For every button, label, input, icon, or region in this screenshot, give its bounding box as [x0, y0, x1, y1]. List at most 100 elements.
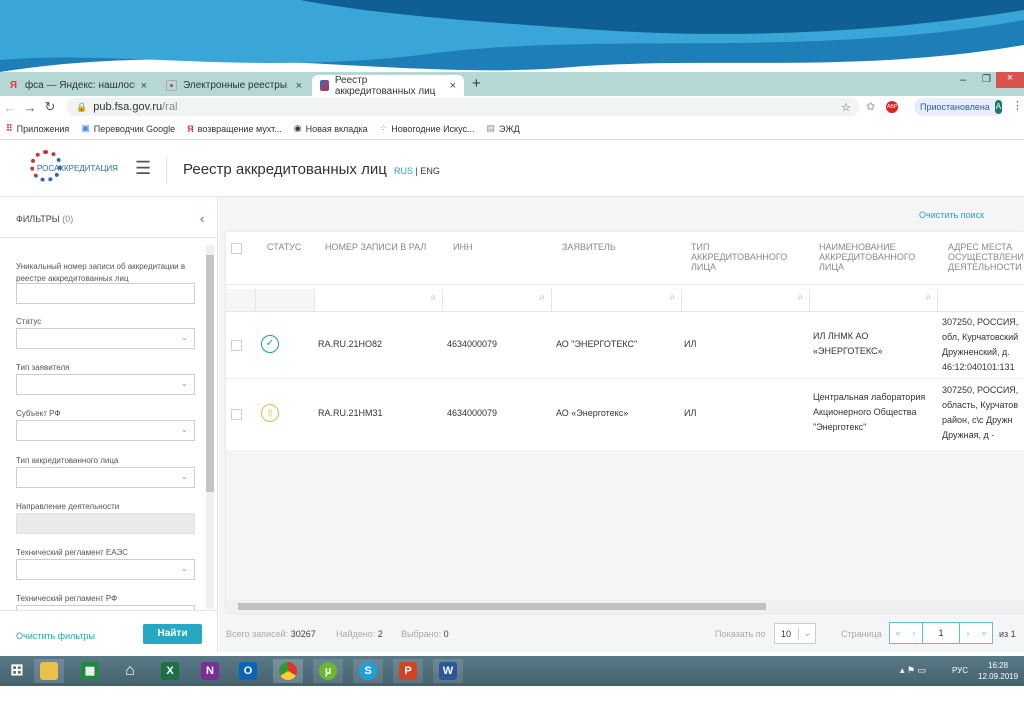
inn: 4634000079 [447, 339, 498, 349]
accredited-name: Центральная лаборатория Акционерного Общ… [813, 392, 926, 432]
chevron-down-icon: ⌄ [180, 332, 188, 342]
close-tab-icon[interactable]: × [141, 80, 147, 92]
translate-icon: ▣ [81, 123, 90, 133]
clock[interactable]: 16:28 12.09.2019 [978, 660, 1018, 682]
registry-icon: • [166, 80, 177, 92]
home-icon[interactable]: ⌂ [115, 659, 145, 683]
clear-filters-link[interactable]: Очистить фильтры [16, 631, 95, 641]
minimize-button[interactable]: – [960, 74, 966, 86]
hamburger-menu-icon[interactable]: ☰ [135, 158, 151, 179]
excel-icon[interactable]: X [155, 659, 185, 683]
scrollbar-thumb[interactable] [206, 255, 214, 492]
prev-page-button[interactable]: ‹ [906, 628, 922, 638]
close-window-button[interactable]: × [996, 72, 1024, 88]
language-switch: RUS | ENG [394, 166, 440, 176]
page-input[interactable]: 1 [922, 623, 960, 643]
star-icon[interactable]: ☆ [841, 101, 851, 114]
filter-label: Субъект РФ [16, 409, 61, 418]
find-button[interactable]: Найти [143, 624, 202, 644]
bookmark-translate[interactable]: ▣ Переводчик Google [81, 123, 175, 134]
forward-icon[interactable]: → [20, 100, 40, 115]
clear-search-link[interactable]: Очистить поиск [919, 210, 984, 220]
region-select[interactable]: ⌄ [16, 420, 195, 441]
tray-icons[interactable]: ▴ ⚑ ▭ [900, 665, 926, 676]
onenote-icon[interactable]: N [195, 659, 225, 683]
close-tab-icon[interactable]: × [296, 80, 302, 92]
bookmark-ezhd[interactable]: ▤ ЭЖД [486, 123, 519, 134]
next-page-button[interactable]: › [960, 628, 976, 638]
type-search[interactable]: ⌕ [682, 289, 810, 311]
url-input[interactable]: 🔒 pub.fsa.gov.ru/ral ☆ [66, 98, 859, 116]
filters-title: ФИЛЬТРЫ (0) [16, 214, 74, 224]
record-number-input[interactable] [16, 283, 195, 304]
record-number[interactable]: RA.RU.21НО82 [318, 337, 382, 352]
language-indicator[interactable]: РУС [952, 666, 968, 675]
applicant: АО "ЭНЕРГОТЕКС" [556, 339, 638, 349]
dots-icon: ⁘ [379, 123, 388, 133]
column-header-number[interactable]: НОМЕР ЗАПИСИ В РАЛ [325, 242, 426, 252]
applicant-type-select[interactable]: ⌄ [16, 374, 195, 395]
browser-tab-active[interactable]: Реестр аккредитованных лиц × [312, 75, 464, 97]
browser-tab[interactable]: Яфса — Яндекс: нашлось 8 тыс. р× [0, 75, 155, 96]
sidebar-scrollbar[interactable] [206, 245, 214, 609]
horizontal-scrollbar[interactable] [226, 600, 1024, 613]
status-select[interactable]: ⌄ [16, 328, 195, 349]
row-checkbox[interactable] [231, 340, 242, 351]
powerpoint-icon[interactable]: P [393, 659, 423, 683]
column-header-applicant[interactable]: ЗАЯВИТЕЛЬ [562, 242, 616, 252]
outlook-icon[interactable]: O [233, 659, 263, 683]
first-page-button[interactable]: « [890, 628, 906, 638]
applicant-search[interactable]: ⌕ [552, 289, 682, 311]
windows-start-icon[interactable]: ⊞ [2, 659, 32, 683]
page-size-select[interactable]: 10 ⌄ [774, 623, 816, 644]
windows-taskbar: ⊞ ▦ ⌂ X N O µ S P W ▴ ⚑ ▭ РУС 16:28 12.09… [0, 656, 1024, 686]
utorrent-icon[interactable]: µ [313, 659, 343, 683]
reload-icon[interactable]: ↻ [40, 99, 60, 115]
inn-search[interactable]: ⌕ [443, 289, 552, 311]
row-checkbox[interactable] [231, 409, 242, 420]
restore-button[interactable]: ❐ [982, 74, 991, 85]
profile-button[interactable]: Приостановлена A [914, 98, 1002, 116]
column-header-address[interactable]: АДРЕС МЕСТА ОСУЩЕСТВЛЕНИЯ ДЕЯТЕЛЬНОСТИ [948, 242, 1024, 274]
chevron-down-icon: ⌄ [180, 471, 188, 481]
extension-icon[interactable]: ✿ [866, 100, 875, 113]
name-search[interactable]: ⌕ [810, 289, 938, 311]
divider [0, 610, 218, 611]
filter-label: Технический регламент ЕАЭС [16, 548, 128, 557]
select-all-checkbox[interactable] [231, 243, 242, 254]
menu-icon[interactable]: ⋮ [1012, 99, 1023, 112]
column-header-status[interactable]: СТАТУС [267, 242, 301, 252]
address-search[interactable] [938, 289, 1024, 311]
search-icon: ⌕ [430, 292, 436, 303]
browser-tab[interactable]: • Электронные реестры × [158, 75, 310, 96]
column-header-inn[interactable]: ИНН [453, 242, 472, 252]
chrome-icon[interactable] [273, 659, 303, 683]
file-explorer-icon[interactable] [34, 659, 64, 683]
pagination: « ‹ 1 › » [889, 622, 993, 644]
close-tab-icon[interactable]: × [450, 80, 456, 92]
scrollbar-thumb[interactable] [238, 603, 766, 610]
bookmark-new-tab[interactable]: ◉ Новая вкладка [294, 123, 368, 134]
number-search[interactable]: ⌕ [315, 289, 443, 311]
record-number[interactable]: RA.RU.21НМ31 [318, 406, 383, 421]
column-header-name[interactable]: НАИМЕНОВАНИЕ АККРЕДИТОВАННОГО ЛИЦА [819, 242, 929, 272]
table-row[interactable]: || RA.RU.21НМ31 4634000079 АО «Энерготек… [226, 380, 1024, 450]
skype-icon[interactable]: S [353, 659, 383, 683]
store-icon[interactable]: ▦ [75, 659, 105, 683]
table-row[interactable]: ✓ RA.RU.21НО82 4634000079 АО "ЭНЕРГОТЕКС… [226, 312, 1024, 379]
word-icon[interactable]: W [433, 659, 463, 683]
adblock-icon[interactable]: ABP [886, 101, 898, 113]
bookmark-apps[interactable]: ⠿ Приложения [6, 123, 69, 134]
column-header-type[interactable]: ТИП АККРЕДИТОВАННОГО ЛИЦА [691, 242, 791, 272]
bookmark-yandex[interactable]: Явозвращение мухт... [187, 124, 282, 134]
back-icon[interactable]: ← [0, 100, 20, 115]
collapse-sidebar-icon[interactable]: ‹ [200, 211, 204, 226]
eaeu-regulation-select[interactable]: ⌄ [16, 559, 195, 580]
bookmark-new-year[interactable]: ⁘ Новогодние Искус... [380, 123, 475, 134]
address: 307250, РОССИЯ, область, Курчатов район,… [942, 385, 1019, 440]
accredited-type-select[interactable]: ⌄ [16, 467, 195, 488]
last-page-button[interactable]: » [976, 628, 992, 638]
lang-eng[interactable]: ENG [420, 166, 440, 176]
new-tab-button[interactable]: + [472, 75, 481, 92]
lang-rus[interactable]: RUS [394, 166, 413, 176]
